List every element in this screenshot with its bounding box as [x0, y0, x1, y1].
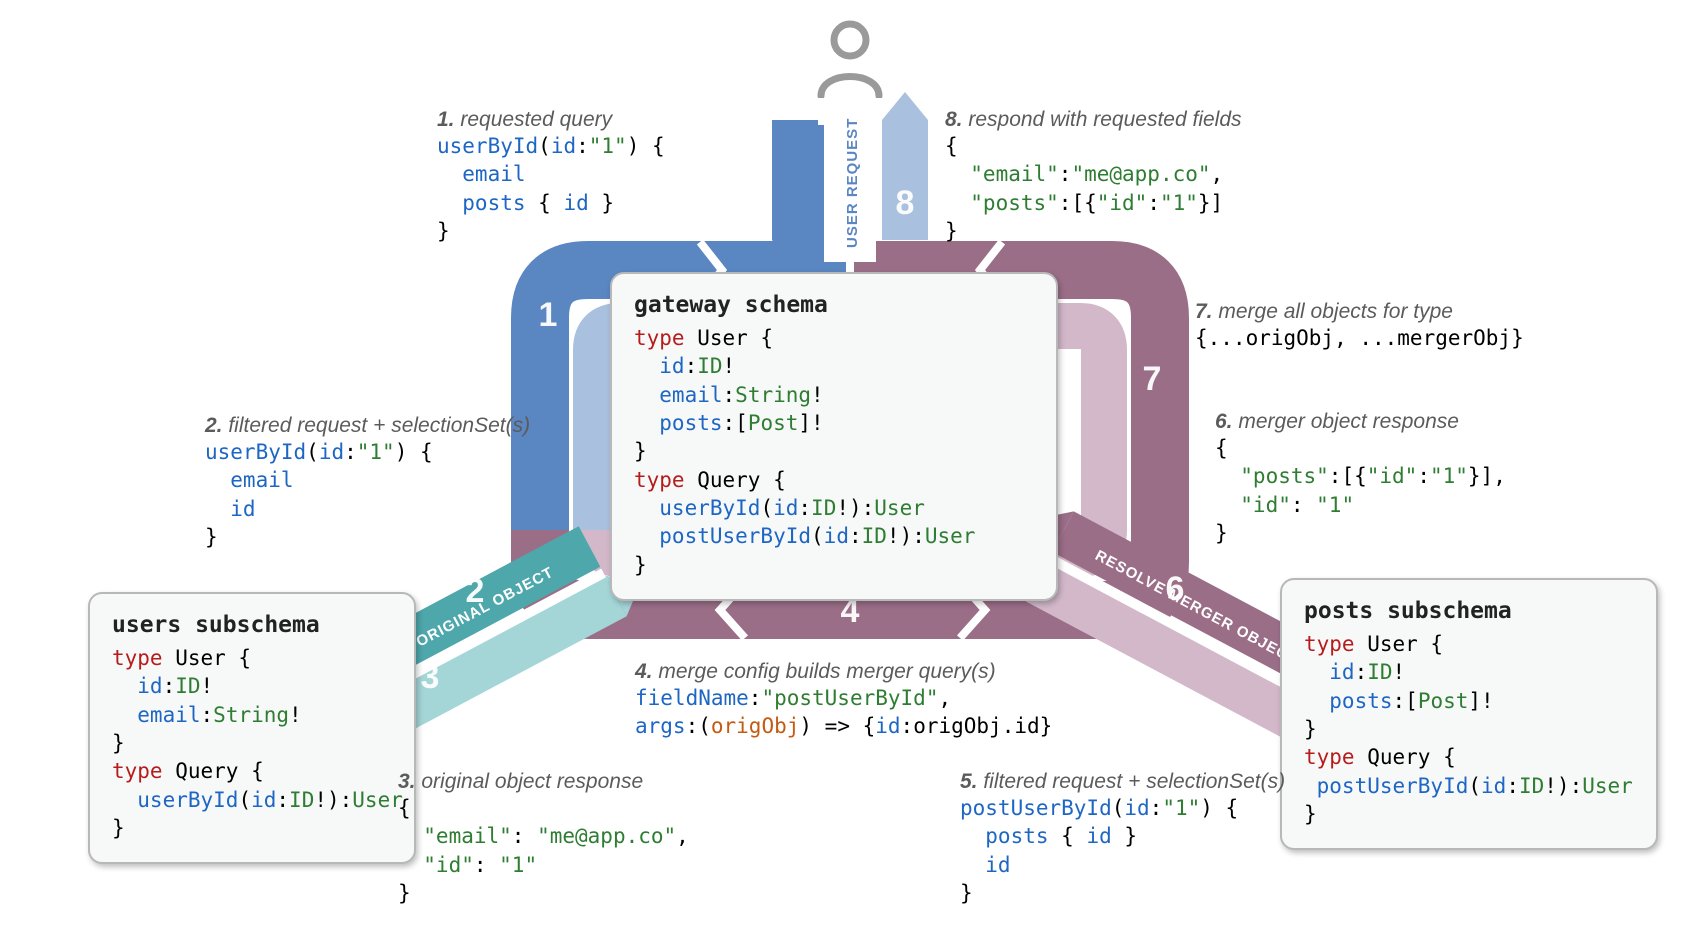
users-subschema-box: users subschema type User { id:ID! email… — [88, 592, 416, 864]
step-8: 8. respond with requested fields { "emai… — [945, 108, 1242, 245]
arrow-number-8: 8 — [896, 184, 915, 222]
step-2-code: userById(id:"1") { email id } — [205, 438, 530, 551]
step-5-code: postUserById(id:"1") { posts { id } id } — [960, 794, 1285, 907]
arrow-number-1: 1 — [539, 296, 558, 334]
user-icon — [815, 18, 885, 98]
gateway-schema-title: gateway schema — [634, 292, 1034, 318]
users-subschema-code: type User { id:ID! email:String! } type … — [112, 644, 392, 842]
posts-subschema-title: posts subschema — [1304, 598, 1634, 624]
step-3-code: { "email": "me@app.co", "id": "1" } — [398, 794, 689, 907]
arrow-number-6: 6 — [1166, 570, 1185, 608]
arrow-number-2: 2 — [466, 572, 485, 610]
step-1: 1. requested query userById(id:"1") { em… — [437, 108, 665, 245]
users-subschema-title: users subschema — [112, 612, 392, 638]
gateway-schema-box: gateway schema type User { id:ID! email:… — [610, 272, 1058, 601]
step-2: 2. filtered request + selectionSet(s) us… — [205, 414, 530, 551]
step-1-code: userById(id:"1") { email posts { id } } — [437, 132, 665, 245]
arrow-number-7: 7 — [1143, 360, 1162, 398]
step-5: 5. filtered request + selectionSet(s) po… — [960, 770, 1285, 907]
posts-subschema-box: posts subschema type User { id:ID! posts… — [1280, 578, 1658, 850]
arrow-number-5: 5 — [1121, 658, 1140, 696]
arrow-number-3: 3 — [421, 658, 440, 696]
step-8-code: { "email":"me@app.co", "posts":[{"id":"1… — [945, 132, 1242, 245]
label-user-request: USER REQUEST — [844, 118, 861, 248]
step-6: 6. merger object response { "posts":[{"i… — [1215, 410, 1506, 547]
step-6-code: { "posts":[{"id":"1"}], "id": "1" } — [1215, 434, 1506, 547]
step-4: 4. merge config builds merger query(s) f… — [635, 660, 1052, 741]
user-request-channel: USER REQUEST — [772, 90, 928, 270]
posts-subschema-code: type User { id:ID! posts:[Post]! } type … — [1304, 630, 1634, 828]
step-7: 7. merge all objects for type {...origOb… — [1195, 300, 1524, 352]
step-3: 3. original object response { "email": "… — [398, 770, 689, 907]
step-7-code: {...origObj, ...mergerObj} — [1195, 324, 1524, 352]
step-4-code: fieldName:"postUserById", args:(origObj)… — [635, 684, 1052, 741]
gateway-schema-code: type User { id:ID! email:String! posts:[… — [634, 324, 1034, 579]
